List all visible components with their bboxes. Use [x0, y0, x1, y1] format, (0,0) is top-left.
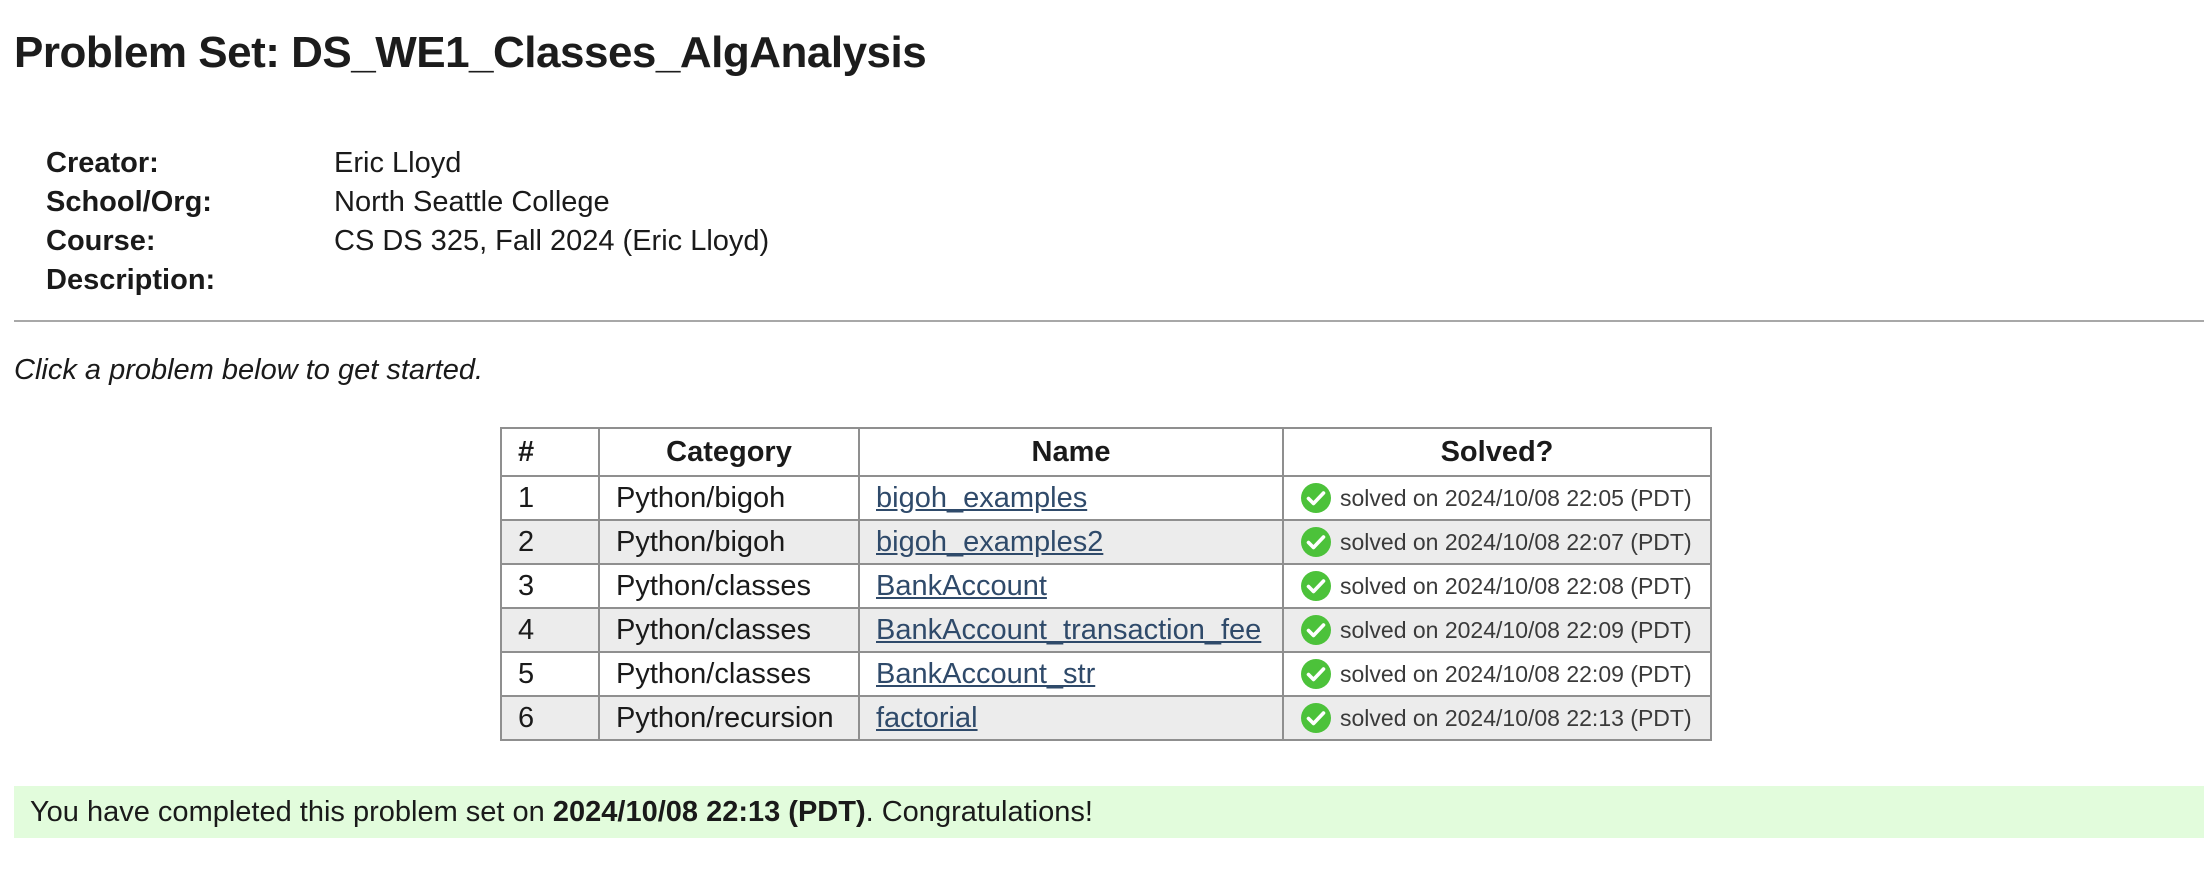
problems-table: # Category Name Solved? 1 Python/bigoh b…: [500, 427, 1712, 741]
course-label: Course:: [46, 225, 156, 257]
row-number: 5: [500, 651, 600, 697]
completion-prefix: You have completed this problem set on: [30, 795, 553, 828]
completion-suffix: . Congratulations!: [865, 795, 1093, 828]
table-row: 2 Python/bigoh bigoh_examples2 solved on…: [500, 519, 1712, 565]
row-number: 2: [500, 519, 600, 565]
intro-text: Click a problem below to get started.: [14, 354, 484, 386]
check-circle-icon: [1300, 658, 1332, 690]
check-circle-icon: [1300, 614, 1332, 646]
row-category: Python/recursion: [598, 695, 860, 741]
solved-status: solved on 2024/10/08 22:13 (PDT): [1300, 702, 1694, 734]
info-row-school: School/Org: North Seattle College: [46, 183, 769, 222]
course-value: CS DS 325, Fall 2024 (Eric Lloyd): [334, 225, 770, 257]
creator-value: Eric Lloyd: [334, 147, 462, 179]
problem-link[interactable]: BankAccount: [876, 570, 1047, 602]
solved-status: solved on 2024/10/08 22:05 (PDT): [1300, 482, 1694, 514]
solved-status: solved on 2024/10/08 22:08 (PDT): [1300, 570, 1694, 602]
row-number: 1: [500, 475, 600, 521]
divider: [14, 320, 2204, 322]
row-category: Python/classes: [598, 607, 860, 653]
page-title: Problem Set: DS_WE1_Classes_AlgAnalysis: [14, 28, 927, 77]
table-row: 1 Python/bigoh bigoh_examples solved on …: [500, 475, 1712, 521]
row-number: 6: [500, 695, 600, 741]
creator-label: Creator:: [46, 147, 159, 179]
solved-text: solved on 2024/10/08 22:09 (PDT): [1340, 660, 1692, 687]
header-category: Category: [598, 427, 860, 477]
completion-banner: You have completed this problem set on 2…: [14, 786, 2204, 838]
info-row-creator: Creator: Eric Lloyd: [46, 144, 769, 183]
row-number: 3: [500, 563, 600, 609]
check-circle-icon: [1300, 702, 1332, 734]
problem-link[interactable]: factorial: [876, 702, 978, 734]
school-label: School/Org:: [46, 186, 212, 218]
solved-status: solved on 2024/10/08 22:07 (PDT): [1300, 526, 1694, 558]
solved-status: solved on 2024/10/08 22:09 (PDT): [1300, 614, 1694, 646]
table-header-row: # Category Name Solved?: [500, 427, 1712, 477]
check-circle-icon: [1300, 526, 1332, 558]
problem-link[interactable]: BankAccount_str: [876, 658, 1095, 690]
solved-text: solved on 2024/10/08 22:07 (PDT): [1340, 528, 1692, 555]
problem-link[interactable]: BankAccount_transaction_fee: [876, 614, 1261, 646]
description-value: [334, 261, 769, 300]
table-row: 4 Python/classes BankAccount_transaction…: [500, 607, 1712, 653]
info-row-course: Course: CS DS 325, Fall 2024 (Eric Lloyd…: [46, 222, 769, 261]
solved-text: solved on 2024/10/08 22:05 (PDT): [1340, 484, 1692, 511]
school-value: North Seattle College: [334, 186, 610, 218]
solved-text: solved on 2024/10/08 22:13 (PDT): [1340, 704, 1692, 731]
solved-text: solved on 2024/10/08 22:08 (PDT): [1340, 572, 1692, 599]
table-row: 3 Python/classes BankAccount solved on 2…: [500, 563, 1712, 609]
completion-date: 2024/10/08 22:13 (PDT): [552, 795, 866, 828]
problem-link[interactable]: bigoh_examples: [876, 482, 1087, 514]
description-label: Description:: [46, 264, 216, 296]
row-category: Python/bigoh: [598, 475, 860, 521]
check-circle-icon: [1300, 482, 1332, 514]
problem-set-info: Creator: Eric Lloyd School/Org: North Se…: [46, 144, 769, 300]
row-category: Python/classes: [598, 651, 860, 697]
solved-text: solved on 2024/10/08 22:09 (PDT): [1340, 616, 1692, 643]
header-name: Name: [858, 427, 1284, 477]
row-category: Python/classes: [598, 563, 860, 609]
row-category: Python/bigoh: [598, 519, 860, 565]
check-circle-icon: [1300, 570, 1332, 602]
table-row: 5 Python/classes BankAccount_str solved …: [500, 651, 1712, 697]
header-number: #: [500, 427, 600, 477]
row-number: 4: [500, 607, 600, 653]
table-row: 6 Python/recursion factorial solved on 2…: [500, 695, 1712, 741]
problem-link[interactable]: bigoh_examples2: [876, 526, 1103, 558]
solved-status: solved on 2024/10/08 22:09 (PDT): [1300, 658, 1694, 690]
info-row-description: Description:: [46, 261, 769, 300]
header-solved: Solved?: [1282, 427, 1712, 477]
